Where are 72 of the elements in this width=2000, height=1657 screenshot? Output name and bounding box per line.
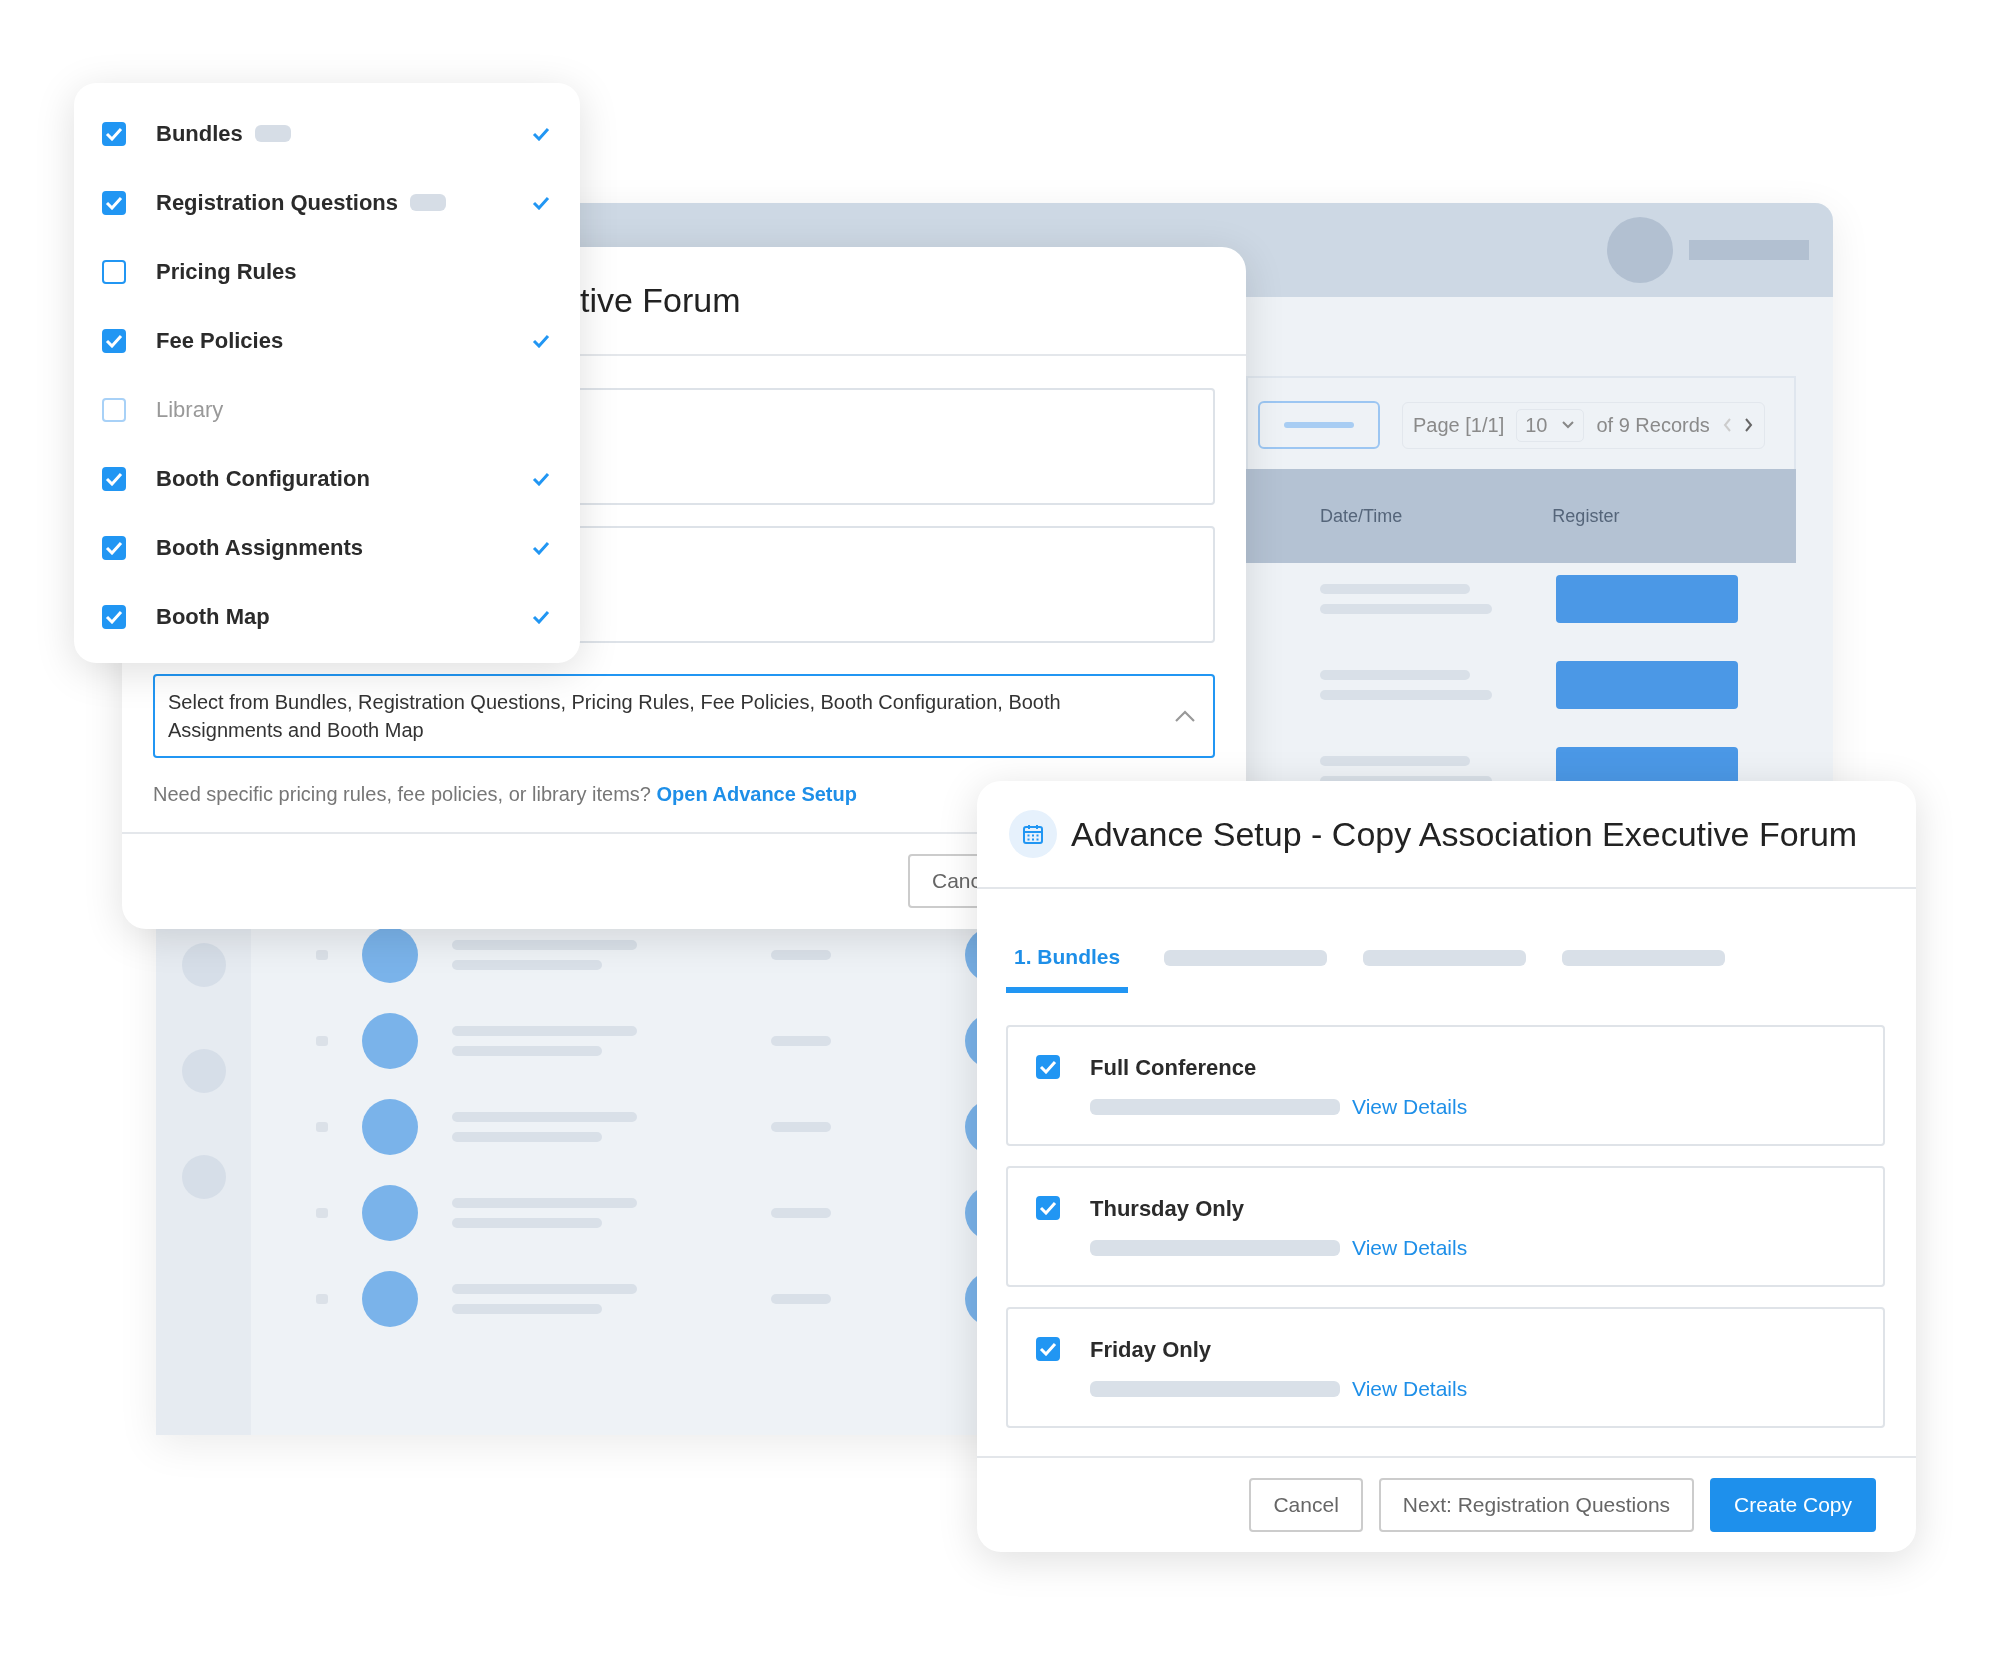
bundle-name: Thursday Only [1090,1196,1246,1222]
page-size-select[interactable]: 10 [1516,408,1585,442]
bundle-name: Full Conference [1090,1055,1258,1081]
checkbox[interactable] [102,259,126,284]
menu-option[interactable]: Booth Map [74,582,580,651]
bundle-name: Friday Only [1090,1337,1213,1363]
checkbox[interactable] [1036,1337,1060,1361]
checkbox[interactable] [102,466,126,491]
checkbox[interactable] [102,190,126,215]
multi-select-field[interactable]: Select from Bundles, Registration Questions, Pricing Rules, Fee Policies, Booth Configuration, Booth Assignments and Booth Map [153,674,1215,758]
checkmark-icon [1039,1201,1057,1215]
check-icon [532,540,550,555]
text-placeholder [771,950,831,960]
advance-setup-link[interactable]: Open Advance Setup [656,783,857,805]
view-details-link[interactable]: View Details [1352,1095,1468,1119]
checkbox[interactable] [1036,1055,1060,1079]
calendar-icon [1009,810,1057,858]
check-icon [532,471,550,486]
menu-option[interactable]: Bundles [74,99,580,168]
menu-option[interactable]: Registration Questions [74,168,580,237]
page-indicator: Page [1/1] [1413,413,1505,437]
avatar-circle [362,1185,418,1241]
checkbox[interactable] [102,121,126,146]
checkmark-icon [1039,1342,1057,1356]
option-label: Booth Assignments [156,534,363,561]
menu-option[interactable]: Booth Assignments [74,513,580,582]
checkbox[interactable] [1036,1196,1060,1220]
previous-icon[interactable] [1721,417,1732,433]
menu-option[interactable]: Pricing Rules [74,237,580,306]
checkmark-icon [105,540,123,555]
chevron-icon[interactable] [1173,708,1197,724]
checkbox[interactable] [102,328,126,353]
menu-option[interactable]: Booth Configuration [74,444,580,513]
avatar-circle [362,1271,418,1327]
checkmark-icon [1039,1060,1057,1074]
column-header: Register [1552,505,1620,527]
checkmark-icon [105,609,123,624]
option-label: Pricing Rules [156,258,297,285]
option-label: Booth Map [156,603,270,630]
checkmark-icon [105,471,123,486]
dialog-button[interactable]: Cancel [1249,1478,1363,1532]
avatar-circle [362,1013,418,1069]
checkmark-icon [105,333,123,348]
records-count: of 9 Records [1596,413,1710,437]
option-label: Library [156,396,224,423]
view-details-link[interactable]: View Details [1352,1377,1468,1401]
dialog-button[interactable]: Next: Registration Questions [1378,1478,1695,1532]
avatar-circle [362,927,418,983]
checkmark-icon [105,195,123,210]
check-icon [532,333,550,348]
option-label: Booth Configuration [156,465,370,492]
step-tab[interactable]: 1. Bundles [1006,945,1129,993]
option-label: Fee Policies [156,327,284,354]
column-header: Date/Time [1320,505,1403,527]
dialog-title: Advance Setup - Copy Association Executive Forum [1071,814,1858,854]
option-label: Registration Questions [156,189,399,216]
view-details-link[interactable]: View Details [1352,1236,1468,1260]
check-icon [532,609,550,624]
checkbox[interactable] [102,604,126,629]
option-label: Bundles [156,120,243,147]
next-icon[interactable] [1743,417,1754,433]
checkbox[interactable] [102,535,126,560]
create-copy-button[interactable]: Create Copy [1710,1478,1876,1532]
chevron-down-icon [1561,420,1576,430]
menu-option[interactable]: Fee Policies [74,306,580,375]
filter-button[interactable] [1258,401,1380,449]
checkmark-icon [105,126,123,141]
dialog-title: tive Forum [580,281,741,320]
check-icon [532,195,550,210]
check-icon [532,126,550,141]
select-value: Select from Bundles, Registration Questions, Pricing Rules, Fee Policies, Booth Configuration, Booth Assignments and Booth Map [168,690,1062,743]
avatar-circle [362,1099,418,1155]
